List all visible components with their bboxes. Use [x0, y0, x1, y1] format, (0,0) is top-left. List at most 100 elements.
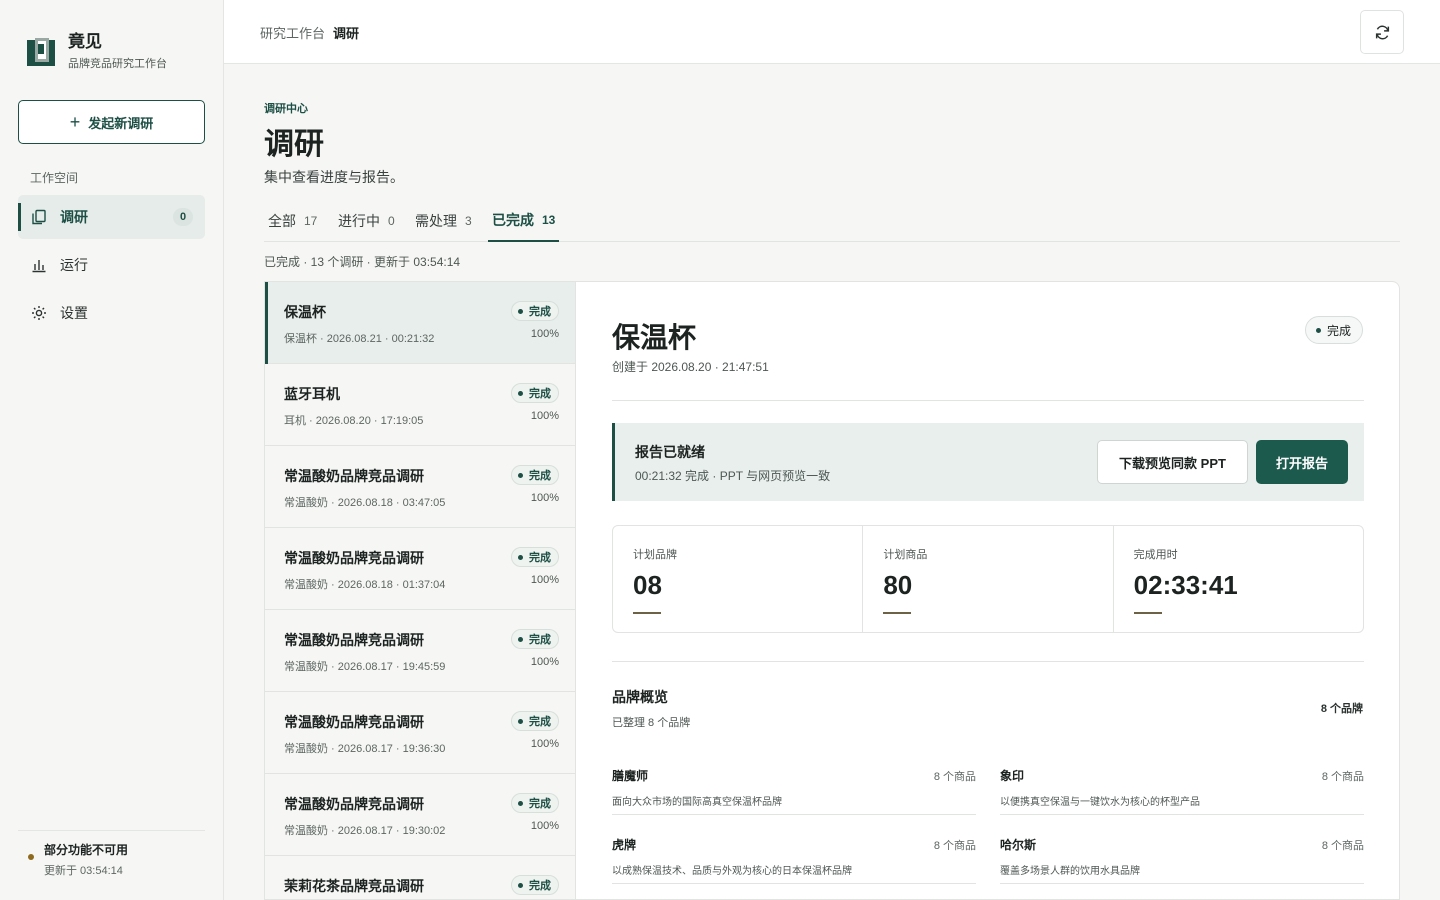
tab-count: 0 — [388, 214, 395, 228]
sidebar-item-runs[interactable]: 运行 — [18, 243, 205, 287]
list-item[interactable]: 茉莉花茶品牌竞品调研 完成 — [265, 856, 575, 899]
topbar: 研究工作台 调研 — [224, 0, 1440, 64]
research-list: 保温杯 保温杯 · 2026.08.21 · 00:21:32 完成 100% … — [264, 281, 575, 900]
brand-card[interactable]: 象印 8 个商品 以便携真空保温与一键饮水为核心的杯型产品 — [1000, 757, 1364, 815]
stat-value: 08 — [633, 570, 662, 600]
download-ppt-button[interactable]: 下载预览同款 PPT — [1097, 440, 1248, 484]
status-badge: 完成 — [511, 547, 559, 567]
status-badge: 完成 — [511, 629, 559, 649]
tab-completed[interactable]: 已完成 13 — [488, 200, 560, 242]
sidebar-item-label: 调研 — [60, 209, 88, 225]
tab-all[interactable]: 全部 17 — [264, 200, 321, 242]
overview-title: 品牌概览 — [612, 689, 668, 705]
refresh-button[interactable] — [1360, 10, 1404, 54]
brand: 竟见 品牌竞品研究工作台 — [27, 32, 167, 71]
stat-planned-brands: 计划品牌 08 — [613, 526, 864, 632]
tab-label: 需处理 — [415, 213, 457, 229]
workspace-label: 工作空间 — [30, 171, 79, 185]
brand-name: 象印 — [1000, 769, 1025, 783]
brand-description: 覆盖多场景人群的饮用水具品牌 — [1000, 866, 1140, 877]
status-badge: 完成 — [511, 793, 559, 813]
progress-text: 100% — [530, 328, 559, 340]
sidebar-item-label: 设置 — [60, 305, 88, 321]
breadcrumb-parent[interactable]: 研究工作台 — [260, 26, 325, 41]
warning-dot-icon — [28, 854, 34, 860]
status-footer: 部分功能不可用 更新于 03:54:14 — [18, 830, 205, 878]
tab-in-progress[interactable]: 进行中 0 — [334, 200, 399, 242]
detail-created: 创建于 2026.08.20 · 21:47:51 — [612, 360, 769, 374]
stat-label: 计划品牌 — [633, 549, 677, 561]
brand-card[interactable]: 哈尔斯 8 个商品 覆盖多场景人群的饮用水具品牌 — [1000, 826, 1364, 884]
detail-status-badge: 完成 — [1304, 316, 1363, 344]
progress-text: 100% — [530, 492, 559, 504]
brand-product-count: 8 个商品 — [933, 840, 976, 852]
divider — [612, 661, 1364, 662]
report-ready-title: 报告已就绪 — [635, 444, 705, 460]
progress-text: 100% — [530, 574, 559, 586]
sidebar-item-settings[interactable]: 设置 — [18, 291, 205, 335]
stat-planned-products: 计划商品 80 — [863, 526, 1114, 632]
sidebar-item-label: 运行 — [60, 257, 88, 273]
status-badge: 完成 — [511, 711, 559, 731]
list-item[interactable]: 常温酸奶品牌竞品调研 常温酸奶 · 2026.08.17 · 19:45:59 … — [265, 610, 575, 692]
tab-label: 全部 — [268, 213, 296, 229]
status-badge: 完成 — [511, 383, 559, 403]
research-count-badge: 0 — [173, 208, 193, 226]
stat-underline — [633, 612, 661, 614]
tab-count: 13 — [542, 213, 556, 227]
stat-underline — [883, 612, 912, 614]
overview-count: 8 个品牌 — [1320, 703, 1363, 715]
refresh-icon — [1375, 25, 1389, 39]
bar-chart-icon — [30, 256, 48, 274]
status-badge: 完成 — [511, 465, 559, 485]
divider — [612, 400, 1364, 401]
detail-title: 保温杯 — [612, 322, 697, 353]
logo-icon — [27, 37, 55, 66]
stat-value: 80 — [883, 570, 913, 600]
sun-gear-icon — [30, 304, 48, 322]
sidebar: 竟见 品牌竞品研究工作台 + 发起新调研 工作空间 调研 0 运行 设置 部分功… — [0, 0, 224, 900]
detail-panel: 保温杯 创建于 2026.08.20 · 21:47:51 完成 报告已就绪 0… — [575, 281, 1400, 900]
status-updated: 更新于 03:54:14 — [44, 865, 123, 877]
report-ready-sub: 00:21:32 完成 · PPT 与网页预览一致 — [635, 469, 831, 483]
status-badge: 完成 — [511, 875, 559, 895]
brand-card[interactable]: 膳魔师 8 个商品 面向大众市场的国际高真空保温杯品牌 — [612, 757, 976, 815]
stat-underline — [1133, 612, 1162, 614]
tab-needs-action[interactable]: 需处理 3 — [411, 200, 476, 242]
progress-text: 100% — [530, 738, 559, 750]
list-item[interactable]: 常温酸奶品牌竞品调研 常温酸奶 · 2026.08.17 · 19:30:02 … — [265, 774, 575, 856]
new-research-label: 发起新调研 — [88, 115, 154, 131]
list-item[interactable]: 常温酸奶品牌竞品调研 常温酸奶 · 2026.08.18 · 03:47:05 … — [265, 446, 575, 528]
plus-icon: + — [69, 112, 81, 132]
brand-description: 面向大众市场的国际高真空保温杯品牌 — [612, 797, 782, 808]
brand-product-count: 8 个商品 — [933, 771, 976, 783]
page-description: 集中查看进度与报告。 — [264, 169, 404, 185]
list-item[interactable]: 蓝牙耳机 耳机 · 2026.08.20 · 17:19:05 完成 100% — [265, 364, 575, 446]
list-item[interactable]: 常温酸奶品牌竞品调研 常温酸奶 · 2026.08.17 · 19:36:30 … — [265, 692, 575, 774]
brand-description: 以便携真空保温与一键饮水为核心的杯型产品 — [1000, 797, 1200, 808]
list-item[interactable]: 常温酸奶品牌竞品调研 常温酸奶 · 2026.08.18 · 01:37:04 … — [265, 528, 575, 610]
status-badge: 完成 — [511, 301, 559, 321]
tab-count: 17 — [304, 214, 318, 228]
tab-label: 进行中 — [338, 213, 380, 229]
sidebar-item-research[interactable]: 调研 0 — [18, 195, 205, 239]
brand-name: 虎牌 — [612, 838, 637, 852]
brand-name: 哈尔斯 — [1000, 838, 1037, 852]
breadcrumb: 研究工作台 调研 — [260, 23, 359, 42]
brand-product-count: 8 个商品 — [1321, 771, 1364, 783]
brand-product-count: 8 个商品 — [1321, 840, 1364, 852]
tab-label: 已完成 — [492, 212, 534, 228]
progress-text: 100% — [530, 410, 559, 422]
app-subtitle: 品牌竞品研究工作台 — [68, 58, 167, 70]
stat-elapsed-time: 完成用时 02:33:41 — [1114, 526, 1363, 632]
page-title: 调研 — [264, 128, 324, 161]
page-eyebrow: 调研中心 — [264, 103, 308, 115]
stat-label: 完成用时 — [1133, 549, 1178, 561]
app-name: 竟见 — [68, 32, 102, 51]
list-meta: 已完成 · 13 个调研 · 更新于 03:54:14 — [264, 255, 461, 269]
tab-count: 3 — [465, 214, 472, 228]
brand-card[interactable]: 虎牌 8 个商品 以成熟保温技术、品质与外观为核心的日本保温杯品牌 — [612, 826, 976, 884]
new-research-button[interactable]: + 发起新调研 — [18, 100, 205, 144]
list-item[interactable]: 保温杯 保温杯 · 2026.08.21 · 00:21:32 完成 100% — [265, 282, 575, 364]
open-report-button[interactable]: 打开报告 — [1256, 440, 1348, 484]
